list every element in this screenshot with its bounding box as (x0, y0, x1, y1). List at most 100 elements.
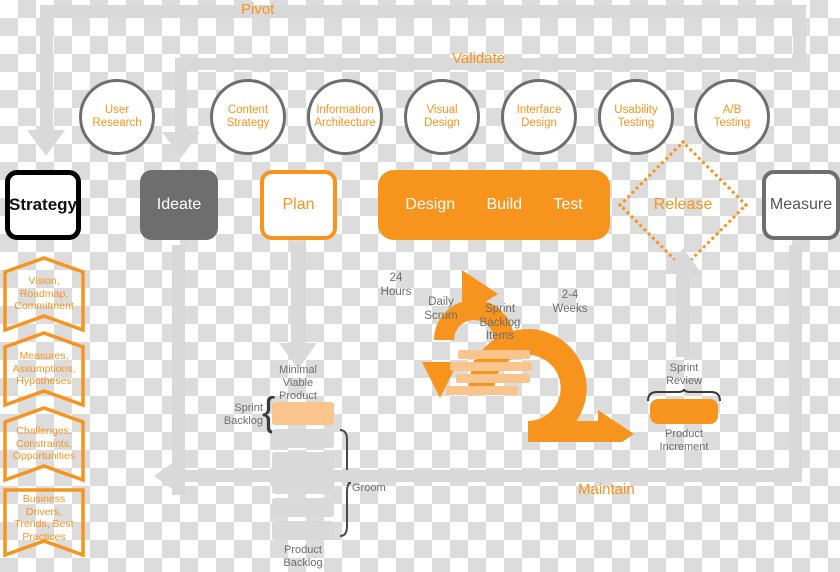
cadence-line: 24 (389, 272, 403, 284)
scrum-cadence-24-hours: 24 Hours (374, 272, 418, 299)
mvp-line: Viable (282, 377, 314, 389)
plan-to-mvp-connector (291, 245, 306, 345)
chevron-line: Business (22, 493, 66, 505)
diagram-canvas: Pivot Validate User Research Content Str… (0, 0, 840, 572)
validate-vertical-connector (175, 58, 187, 136)
measure-vertical-spine (789, 245, 802, 482)
chevron-text: Vision, Roadmap, Commitment (2, 275, 86, 313)
chevron-line: Constraints, (15, 437, 73, 450)
activity-line-2: Testing (713, 117, 751, 129)
activity-line-1: Interface (516, 104, 562, 116)
stage-box-measure[interactable]: Measure (762, 170, 840, 240)
stage-label-release: Release (653, 196, 713, 213)
strategy-input-chevron-3[interactable]: Challenges, Constraints, Opportunities (2, 405, 86, 483)
activity-circle-ab-testing[interactable]: A/B Testing (694, 79, 770, 155)
backlog-item (272, 521, 334, 540)
chevron-line: Assumptions, (12, 362, 76, 375)
product-increment-bar (650, 399, 718, 424)
activity-line-1: Visual (426, 104, 458, 116)
pivot-horizontal-connector (40, 5, 800, 18)
chevron-line: Measures, (19, 350, 69, 362)
chevron-line: Roadmap, (19, 287, 69, 300)
backlog-item-sprint (272, 402, 334, 425)
activity-circle-information-architecture[interactable]: Information Architecture (307, 79, 383, 155)
maintain-horizontal-connector (178, 470, 802, 482)
strategy-input-chevron-1[interactable]: Vision, Roadmap, Commitment (2, 255, 86, 333)
activity-line-2: Design (521, 117, 557, 129)
scrum-daily-scrum-label: Daily Scrum (419, 296, 463, 323)
groom-label: Groom (352, 482, 386, 494)
sprint-items-line: Backlog (479, 316, 521, 329)
sprint-item-bar (446, 386, 518, 395)
cadence-line: 2-4 (561, 289, 579, 301)
stage-box-plan[interactable]: Plan (260, 170, 337, 240)
daily-scrum-line: Daily (428, 296, 454, 308)
cadence-line: Weeks (552, 302, 588, 315)
label-validate: Validate (452, 50, 506, 67)
sprint-review-line: Review (665, 375, 703, 387)
activity-line-2: Design (424, 117, 460, 129)
strategy-input-chevron-2[interactable]: Measures, Assumptions, Hypotheses (2, 330, 86, 408)
cadence-line: Hours (380, 285, 412, 298)
sprint-backlog-label: Sprint Backlog (207, 402, 263, 428)
chevron-line: Challenges, (16, 425, 72, 437)
activity-line-1: Usability (614, 104, 658, 116)
chevron-line: Hypotheses (16, 375, 72, 387)
stage-label-test: Test (553, 196, 583, 213)
activity-line-1: User (104, 104, 130, 116)
sprint-items-line: Sprint (484, 303, 516, 315)
mvp-line: Minimal (279, 364, 317, 376)
maintain-arrowhead-icon (154, 459, 178, 493)
chevron-line: Trends, Best (14, 518, 74, 530)
activity-circle-interface-design[interactable]: Interface Design (501, 79, 577, 155)
stage-box-release[interactable]: Release (617, 139, 749, 271)
sprint-item-bar (456, 374, 530, 383)
groom-brace-icon (339, 429, 352, 537)
chevron-line: Drivers, (25, 505, 63, 518)
ideate-vertical-spine (172, 245, 185, 495)
sprint-review-label: Sprint Review (653, 362, 715, 388)
product-backlog-label: Product Backlog (265, 544, 341, 570)
activity-line-1: A/B (722, 104, 742, 116)
chevron-text: Business Drivers, Trends, Best Practices (2, 493, 86, 543)
product-backlog-line: Backlog (283, 557, 323, 569)
sprint-item-bar (458, 350, 530, 359)
product-increment-label: Product Increment (650, 428, 718, 454)
sprint-items-line: Items (485, 330, 515, 342)
stage-box-strategy[interactable]: Strategy (5, 170, 81, 240)
activity-circle-content-strategy[interactable]: Content Strategy (210, 79, 286, 155)
label-pivot: Pivot (241, 1, 275, 18)
activity-line-1: Information (316, 104, 374, 116)
backlog-item (272, 452, 334, 471)
chevron-line: Practices (22, 530, 66, 543)
backlog-item (272, 429, 334, 448)
activity-circle-visual-design[interactable]: Visual Design (404, 79, 480, 155)
activity-line-1: Content (227, 104, 269, 116)
measure-to-pivot-connector (793, 5, 806, 65)
validate-arrowhead-icon (162, 132, 200, 158)
product-increment-line: Increment (659, 441, 709, 453)
stage-box-design-build-test[interactable]: Design Build Test (378, 170, 610, 240)
chevron-line: Vision, (28, 275, 60, 287)
chevron-text: Challenges, Constraints, Opportunities (2, 425, 86, 463)
backlog-item (272, 498, 334, 517)
sprint-backlog-line: Backlog (223, 415, 263, 427)
activity-circle-user-research[interactable]: User Research (79, 79, 155, 155)
stage-box-ideate[interactable]: Ideate (140, 170, 218, 240)
stage-label-build: Build (486, 196, 523, 213)
increment-to-release-connector (676, 272, 690, 357)
sprint-backlog-line: Sprint (234, 402, 263, 414)
strategy-input-chevron-4[interactable]: Business Drivers, Trends, Best Practices (2, 480, 86, 562)
chevron-line: Commitment (14, 300, 74, 312)
validate-right-riser (793, 58, 806, 70)
daily-scrum-line: Scrum (424, 309, 458, 322)
label-maintain: Maintain (578, 481, 635, 498)
stage-label-design: Design (405, 196, 456, 213)
pivot-arrowhead-icon (27, 130, 65, 156)
product-increment-line: Product (665, 428, 703, 440)
activity-line-2: Strategy (226, 117, 270, 129)
activity-line-2: Research (92, 117, 142, 129)
activity-circle-usability-testing[interactable]: Usability Testing (598, 79, 674, 155)
scrum-loop-graphic (398, 262, 634, 458)
sprint-review-line: Sprint (669, 362, 699, 374)
